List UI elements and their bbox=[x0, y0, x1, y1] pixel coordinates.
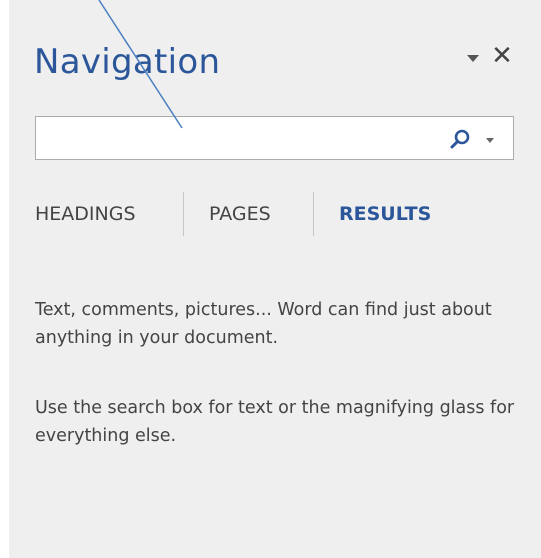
close-icon: ✕ bbox=[491, 41, 513, 71]
chevron-down-icon bbox=[486, 138, 494, 143]
close-button[interactable]: ✕ bbox=[490, 43, 514, 69]
search-button[interactable] bbox=[449, 128, 471, 150]
pane-title: Navigation bbox=[34, 42, 221, 82]
search-input[interactable] bbox=[36, 117, 441, 159]
results-message-primary: Text, comments, pictures... Word can fin… bbox=[35, 300, 492, 348]
pane-options-button[interactable] bbox=[463, 48, 483, 68]
tab-headings[interactable]: HEADINGS bbox=[35, 192, 136, 236]
tab-pages[interactable]: PAGES bbox=[209, 192, 271, 236]
navigation-pane: Navigation ✕ HEADINGS PAGES RESULTS Text… bbox=[9, 0, 541, 558]
chevron-down-icon bbox=[467, 55, 479, 62]
tab-divider bbox=[183, 192, 184, 236]
tab-results[interactable]: RESULTS bbox=[339, 192, 431, 236]
results-message-secondary: Use the search box for text or the magni… bbox=[35, 398, 515, 446]
navigation-tabs: HEADINGS PAGES RESULTS bbox=[35, 192, 515, 236]
magnifying-glass-icon bbox=[450, 129, 470, 149]
search-options-dropdown[interactable] bbox=[483, 135, 497, 145]
search-box bbox=[35, 116, 514, 160]
tab-divider bbox=[313, 192, 314, 236]
